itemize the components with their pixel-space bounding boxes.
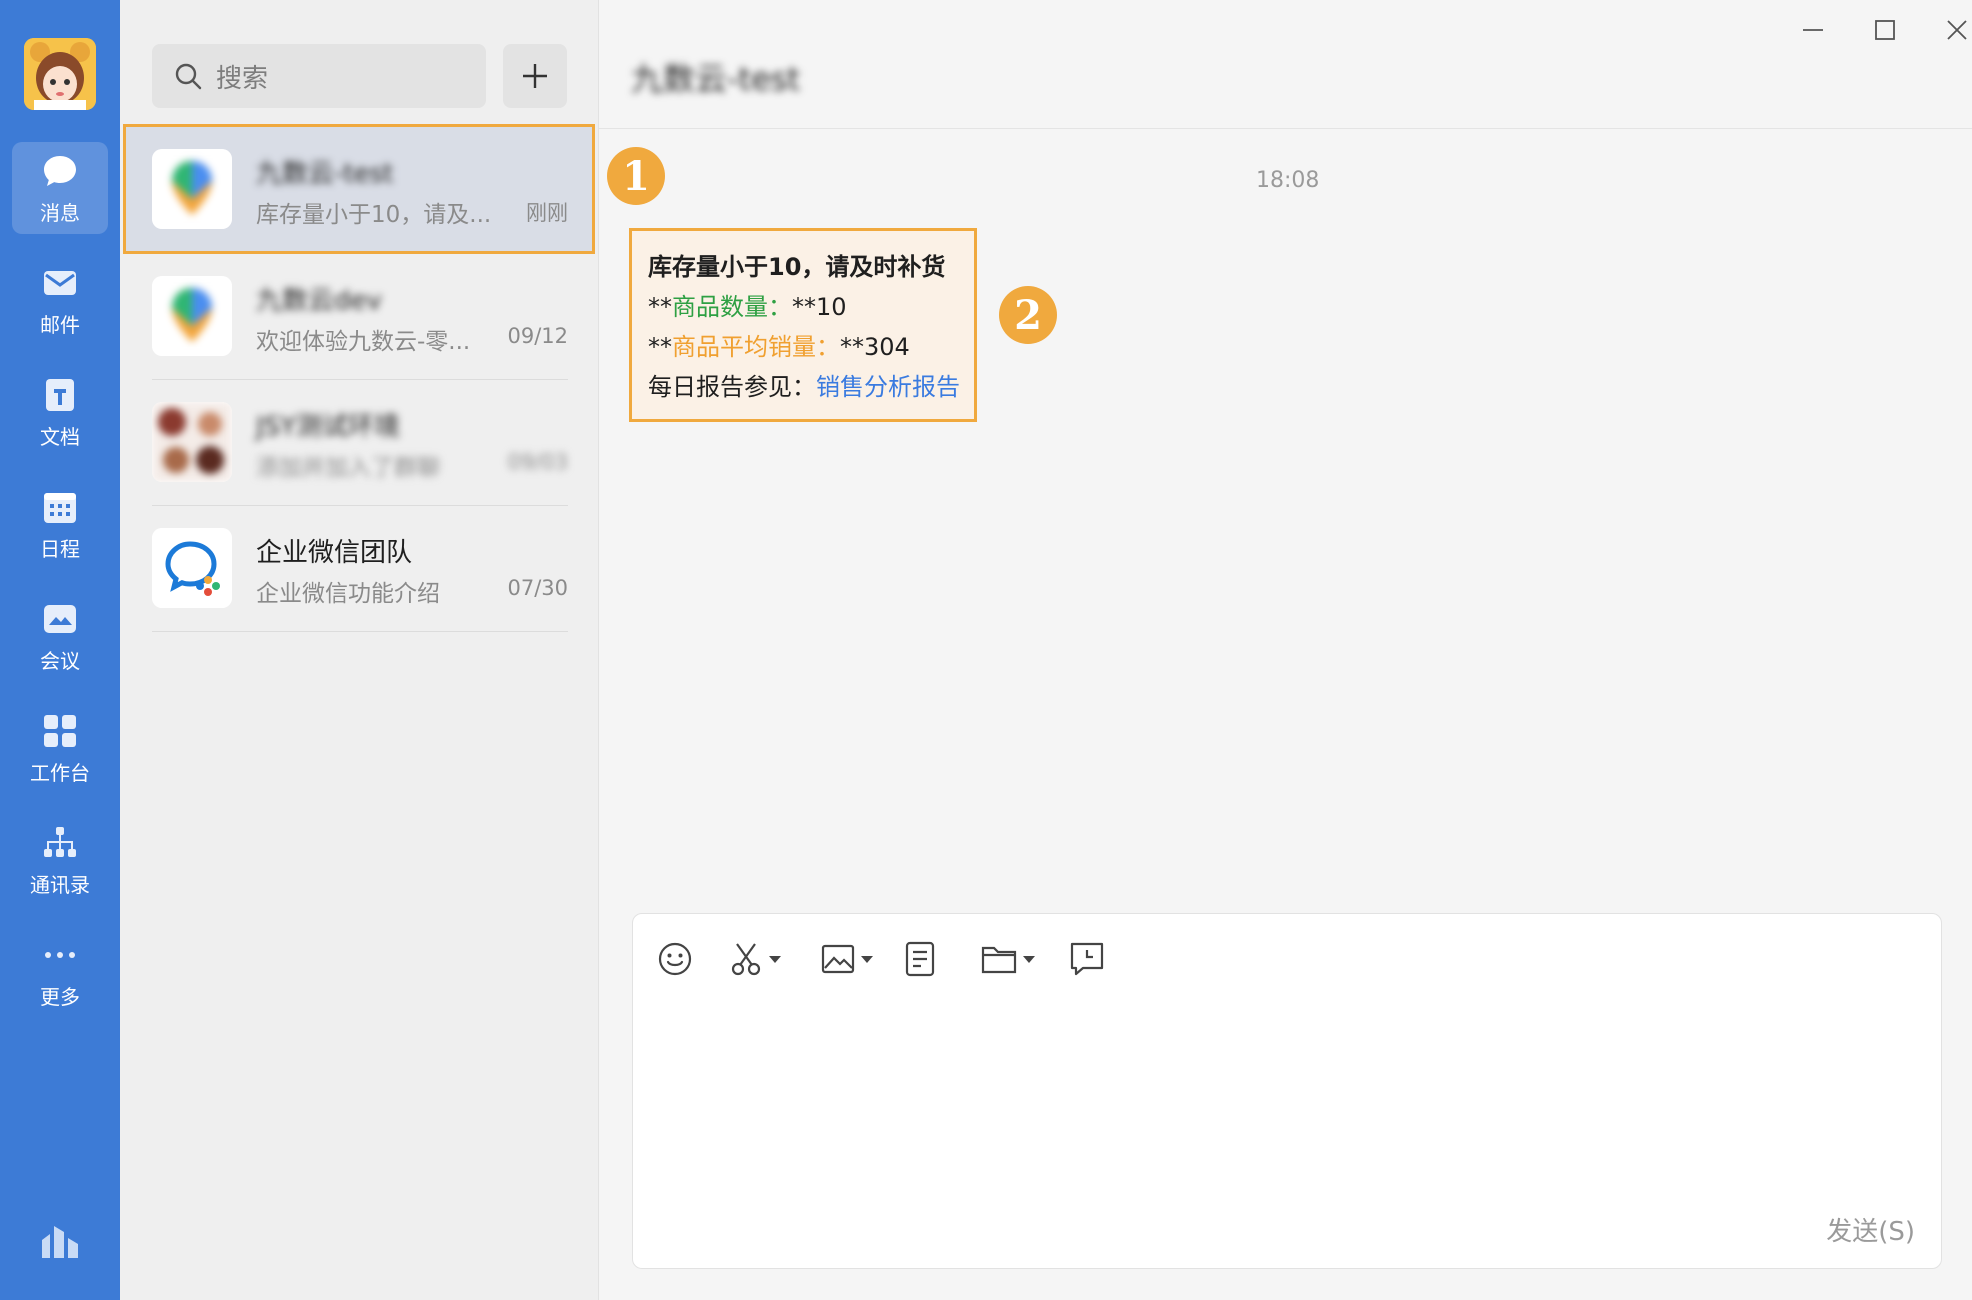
file-button[interactable] [981, 939, 1035, 979]
conversation-avatar [152, 276, 232, 356]
schedule-message-button[interactable] [1069, 939, 1105, 979]
close-button[interactable] [1939, 12, 1972, 48]
annotation-badge-2: 2 [999, 286, 1057, 344]
search-box[interactable]: 搜索 [152, 44, 486, 108]
chevron-down-icon[interactable] [1023, 955, 1035, 963]
wecom-team-avatar [152, 528, 232, 608]
conversation-time: 07/30 [507, 576, 568, 600]
message-timestamp: 18:08 [1256, 168, 1320, 193]
calendar-icon [40, 487, 80, 527]
conversation-preview: 企业微信功能介绍 [256, 581, 440, 607]
emoji-button[interactable] [657, 939, 693, 979]
chevron-down-icon[interactable] [769, 955, 781, 963]
conversation-time: 刚刚 [526, 201, 568, 225]
conversation-item-selected[interactable]: 九数云-test 库存量小于10，请及... 刚刚 [123, 124, 595, 254]
conversation-title: 九数云dev [256, 286, 382, 316]
message-bubble[interactable]: 库存量小于10，请及时补货 **商品数量：**10 **商品平均销量：**304… [629, 228, 977, 422]
conversation-time: 09/03 [507, 450, 568, 474]
notes-icon [905, 941, 935, 977]
search-icon [174, 62, 202, 90]
screenshot-scissors-icon [731, 943, 761, 976]
nav-item-calendar[interactable]: 日程 [12, 478, 108, 570]
image-button[interactable] [821, 939, 873, 979]
conversation-item[interactable]: 企业微信团队 企业微信功能介绍 07/30 [120, 506, 598, 632]
plus-icon [523, 64, 547, 88]
message-composer[interactable]: 发送(S) [632, 913, 1942, 1269]
chat-bubble-icon [40, 151, 80, 191]
image-icon [821, 944, 855, 974]
conversation-item[interactable]: 九数云dev 欢迎体验九数云-零... 09/12 [120, 254, 598, 380]
user-avatar[interactable] [24, 38, 96, 110]
message-title: 库存量小于10，请及时补货 [648, 253, 946, 281]
conversation-title: JSY测试环境 [256, 412, 401, 442]
search-placeholder: 搜索 [216, 63, 269, 94]
message-line-count: **商品数量：**10 [648, 293, 847, 321]
app-logo-icon[interactable] [38, 1222, 82, 1262]
screenshot-button[interactable] [729, 939, 781, 979]
nav-item-meeting[interactable]: 会议 [12, 590, 108, 682]
nav-rail: 消息 邮件 文档 日程 会议 工作台 通讯录 更多 [0, 0, 120, 1300]
conversation-preview: 欢迎体验九数云-零... [256, 329, 471, 355]
emoji-icon [658, 942, 692, 976]
nav-item-workbench[interactable]: 工作台 [12, 702, 108, 794]
minimize-button[interactable] [1795, 12, 1831, 48]
nav-item-messages[interactable]: 消息 [12, 142, 108, 234]
message-line-avg-sales: **商品平均销量：**304 [648, 333, 910, 361]
mail-icon [40, 263, 80, 303]
minimize-icon [1803, 29, 1823, 31]
nav-item-contacts[interactable]: 通讯录 [12, 814, 108, 906]
conversation-avatar [152, 402, 232, 482]
notes-button[interactable] [905, 939, 935, 979]
nav-item-docs[interactable]: 文档 [12, 366, 108, 458]
chevron-down-icon[interactable] [861, 955, 873, 963]
maximize-button[interactable] [1867, 12, 1903, 48]
divider [152, 631, 568, 632]
schedule-message-icon [1070, 942, 1104, 976]
conversation-avatar [152, 149, 232, 229]
annotation-badge-1: 1 [607, 147, 665, 205]
conversation-time: 09/12 [507, 324, 568, 348]
conversation-preview: 库存量小于10，请及... [256, 202, 492, 228]
conversation-title: 企业微信团队 [256, 538, 413, 568]
message-line-report: 每日报告参见：销售分析报告 [648, 373, 960, 401]
meeting-icon [40, 599, 80, 639]
close-icon [1947, 20, 1967, 40]
nav-item-more[interactable]: 更多 [12, 926, 108, 1018]
folder-icon [981, 946, 1017, 974]
more-dots-icon [40, 935, 80, 975]
document-icon [40, 375, 80, 415]
sales-report-link[interactable]: 销售分析报告 [816, 373, 960, 401]
conversation-preview: 添加并加入了群聊 [256, 455, 440, 481]
org-chart-icon [40, 823, 80, 863]
send-button[interactable]: 发送(S) [1826, 1211, 1915, 1248]
workbench-grid-icon [40, 711, 80, 751]
chat-title: 九数云-test [631, 60, 801, 98]
maximize-icon [1875, 20, 1895, 40]
add-button[interactable] [503, 44, 567, 108]
chat-header: 九数云-test [599, 0, 1972, 129]
nav-item-mail[interactable]: 邮件 [12, 254, 108, 346]
conversation-list-panel: 搜索 九数云-test 库存量小于10，请及... 刚刚 九数云dev 欢迎体验… [120, 0, 599, 1300]
conversation-item[interactable]: JSY测试环境 添加并加入了群聊 09/03 [120, 380, 598, 506]
conversation-title: 九数云-test [256, 159, 394, 189]
